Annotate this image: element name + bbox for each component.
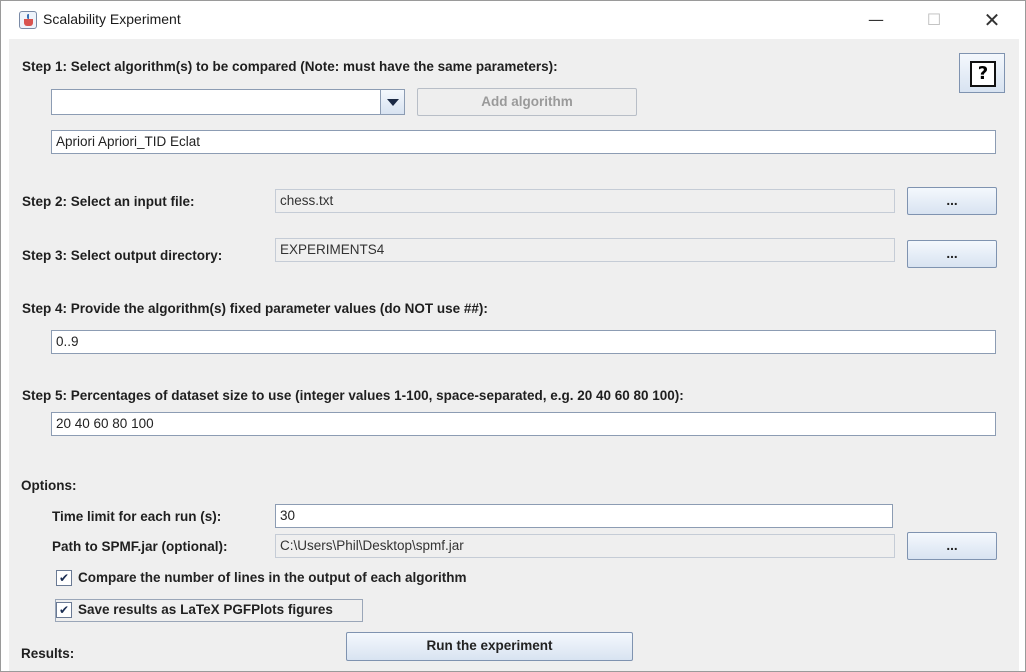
time-limit-field[interactable]: 30: [275, 504, 893, 528]
window-title: Scalability Experiment: [43, 11, 181, 27]
compare-lines-checkbox[interactable]: ✔: [56, 570, 72, 586]
results-label: Results:: [21, 646, 75, 661]
selected-algorithms-field[interactable]: Apriori Apriori_TID Eclat: [51, 130, 996, 154]
output-directory-field: EXPERIMENTS4: [275, 238, 895, 262]
spmf-path-label: Path to SPMF.jar (optional):: [52, 539, 228, 554]
save-latex-checkbox[interactable]: ✔: [56, 602, 72, 618]
algorithm-combo[interactable]: [51, 89, 405, 115]
window: Scalability Experiment — ☐ ✕ Step 1: Sel…: [0, 0, 1026, 672]
step4-label: Step 4: Provide the algorithm(s) fixed p…: [22, 301, 488, 316]
compare-lines-checkbox-row[interactable]: ✔ Compare the number of lines in the out…: [56, 568, 516, 590]
options-label: Options:: [21, 478, 77, 493]
browse-spmf-button[interactable]: ...: [907, 532, 997, 560]
dialog-content: Step 1: Select algorithm(s) to be compar…: [9, 39, 1019, 671]
java-app-icon: [19, 11, 37, 29]
dataset-percentages-field[interactable]: 20 40 60 80 100: [51, 412, 996, 436]
fixed-parameters-field[interactable]: 0..9: [51, 330, 996, 354]
step2-label: Step 2: Select an input file:: [22, 194, 195, 209]
spmf-path-field: C:\Users\Phil\Desktop\spmf.jar: [275, 534, 895, 558]
compare-lines-label: Compare the number of lines in the outpu…: [78, 570, 467, 585]
step3-label: Step 3: Select output directory:: [22, 248, 223, 263]
help-icon: ?: [970, 61, 996, 87]
time-limit-label: Time limit for each run (s):: [52, 509, 222, 524]
browse-input-file-button[interactable]: ...: [907, 187, 997, 215]
help-button[interactable]: ?: [959, 53, 1005, 93]
step1-label: Step 1: Select algorithm(s) to be compar…: [22, 59, 558, 74]
combo-dropdown-button[interactable]: [380, 90, 404, 114]
chevron-down-icon: [387, 99, 399, 106]
add-algorithm-button[interactable]: Add algorithm: [417, 88, 637, 116]
java-cup-icon: [24, 19, 33, 26]
step5-label: Step 5: Percentages of dataset size to u…: [22, 388, 684, 403]
save-latex-label: Save results as LaTeX PGFPlots figures: [78, 602, 333, 617]
input-file-field: chess.txt: [275, 189, 895, 213]
run-experiment-button[interactable]: Run the experiment: [346, 632, 633, 661]
minimize-button[interactable]: —: [847, 1, 905, 39]
maximize-button[interactable]: ☐: [905, 1, 963, 39]
browse-output-directory-button[interactable]: ...: [907, 240, 997, 268]
save-latex-checkbox-row[interactable]: ✔ Save results as LaTeX PGFPlots figures: [55, 599, 363, 622]
close-button[interactable]: ✕: [963, 1, 1021, 39]
title-bar: Scalability Experiment — ☐ ✕: [1, 1, 1025, 39]
